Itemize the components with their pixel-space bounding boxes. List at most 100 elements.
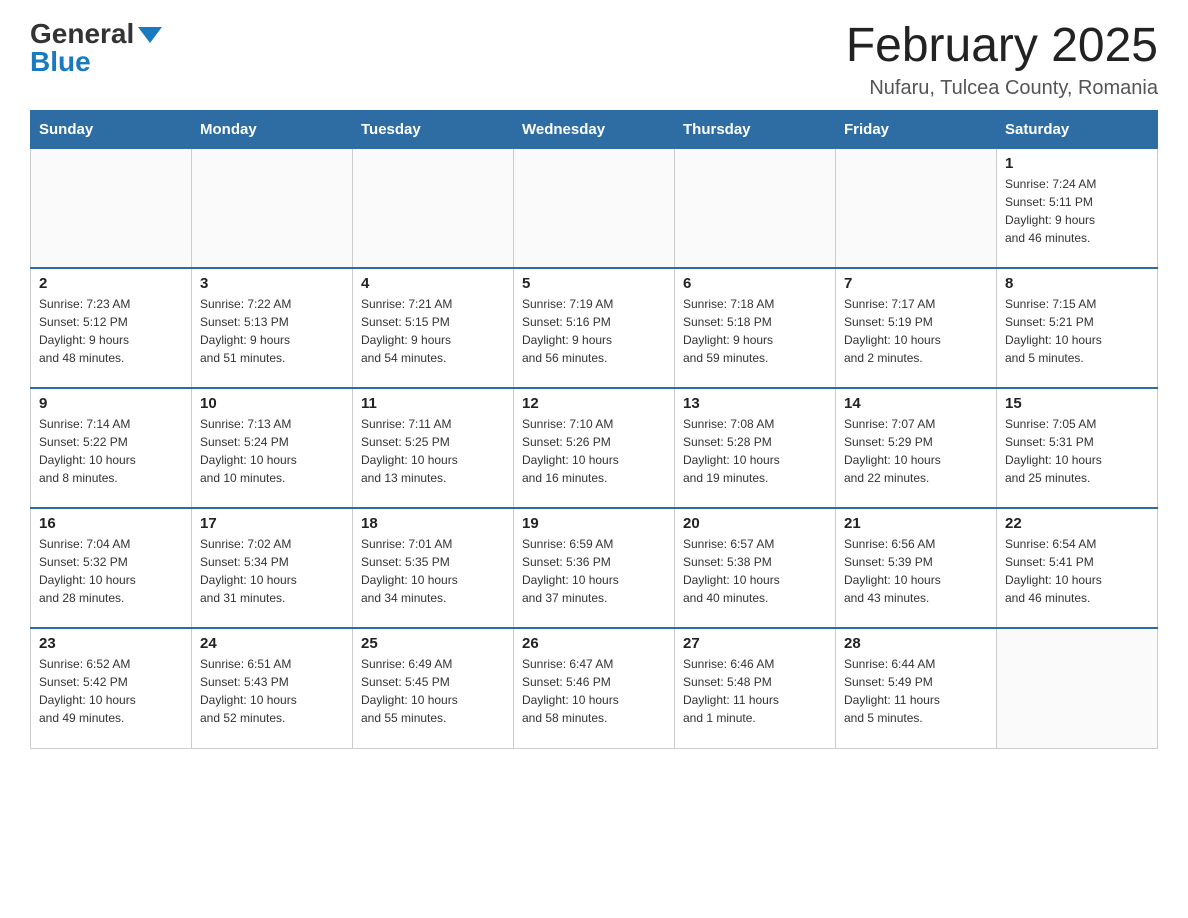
calendar-cell-w1-d2: 4 Sunrise: 7:21 AMSunset: 5:15 PMDaylight… bbox=[353, 268, 514, 388]
day-info-w3-d5: Sunrise: 6:56 AMSunset: 5:39 PMDaylight:… bbox=[844, 535, 988, 607]
calendar-cell-w0-d3 bbox=[514, 148, 675, 268]
calendar-cell-w2-d4: 13 Sunrise: 7:08 AMSunset: 5:28 PMDayligh… bbox=[675, 388, 836, 508]
calendar-cell-w3-d3: 19Sunrise: 6:59 AMSunset: 5:36 PMDayligh… bbox=[514, 508, 675, 628]
logo-line1: General bbox=[30, 20, 162, 48]
day-info-w2-d4: Sunrise: 7:08 AMSunset: 5:28 PMDaylight:… bbox=[683, 415, 827, 487]
day-number-w1-d4: 6 bbox=[683, 275, 827, 292]
header-tuesday: Tuesday bbox=[353, 110, 514, 148]
day-info-w3-d0: Sunrise: 7:04 AMSunset: 5:32 PMDaylight:… bbox=[39, 535, 183, 607]
day-info-w3-d6: Sunrise: 6:54 AMSunset: 5:41 PMDaylight:… bbox=[1005, 535, 1149, 607]
day-info-w1-d0: Sunrise: 7:23 AMSunset: 5:12 PMDaylight:… bbox=[39, 295, 183, 367]
weekday-header-row: Sunday Monday Tuesday Wednesday Thursday… bbox=[31, 110, 1158, 148]
calendar-cell-w0-d0 bbox=[31, 148, 192, 268]
calendar-cell-w4-d0: 23 Sunrise: 6:52 AMSunset: 5:42 PMDayligh… bbox=[31, 628, 192, 748]
week-row-2: 9 Sunrise: 7:14 AMSunset: 5:22 PMDaylight… bbox=[31, 388, 1158, 508]
calendar-cell-w0-d6: 1 Sunrise: 7:24 AMSunset: 5:11 PMDaylight… bbox=[997, 148, 1158, 268]
day-info-w4-d3: Sunrise: 6:47 AMSunset: 5:46 PMDaylight:… bbox=[522, 655, 666, 727]
day-number-w4-d2: 25 bbox=[361, 635, 505, 652]
header-thursday: Thursday bbox=[675, 110, 836, 148]
day-number-w2-d1: 10 bbox=[200, 395, 344, 412]
calendar-cell-w3-d5: 21 Sunrise: 6:56 AMSunset: 5:39 PMDayligh… bbox=[836, 508, 997, 628]
calendar-cell-w3-d4: 20 Sunrise: 6:57 AMSunset: 5:38 PMDayligh… bbox=[675, 508, 836, 628]
day-number-w2-d0: 9 bbox=[39, 395, 183, 412]
calendar-cell-w3-d1: 17 Sunrise: 7:02 AMSunset: 5:34 PMDayligh… bbox=[192, 508, 353, 628]
calendar-cell-w0-d5 bbox=[836, 148, 997, 268]
day-number-w2-d3: 12 bbox=[522, 395, 666, 412]
calendar-cell-w2-d1: 10 Sunrise: 7:13 AMSunset: 5:24 PMDayligh… bbox=[192, 388, 353, 508]
header-sunday: Sunday bbox=[31, 110, 192, 148]
calendar-cell-w0-d4 bbox=[675, 148, 836, 268]
day-info-w1-d2: Sunrise: 7:21 AMSunset: 5:15 PMDaylight:… bbox=[361, 295, 505, 367]
day-info-w4-d4: Sunrise: 6:46 AMSunset: 5:48 PMDaylight:… bbox=[683, 655, 827, 727]
calendar-table: Sunday Monday Tuesday Wednesday Thursday… bbox=[30, 110, 1158, 749]
calendar-cell-w4-d5: 28 Sunrise: 6:44 AMSunset: 5:49 PMDayligh… bbox=[836, 628, 997, 748]
calendar-cell-w1-d3: 5 Sunrise: 7:19 AMSunset: 5:16 PMDaylight… bbox=[514, 268, 675, 388]
location: Nufaru, Tulcea County, Romania bbox=[846, 77, 1158, 100]
day-info-w2-d2: Sunrise: 7:11 AMSunset: 5:25 PMDaylight:… bbox=[361, 415, 505, 487]
day-info-w3-d1: Sunrise: 7:02 AMSunset: 5:34 PMDaylight:… bbox=[200, 535, 344, 607]
day-info-w0-d6: Sunrise: 7:24 AMSunset: 5:11 PMDaylight:… bbox=[1005, 175, 1149, 247]
day-number-w4-d3: 26 bbox=[522, 635, 666, 652]
day-number-w3-d4: 20 bbox=[683, 515, 827, 532]
calendar-cell-w1-d5: 7Sunrise: 7:17 AMSunset: 5:19 PMDaylight… bbox=[836, 268, 997, 388]
day-info-w4-d1: Sunrise: 6:51 AMSunset: 5:43 PMDaylight:… bbox=[200, 655, 344, 727]
week-row-0: 1 Sunrise: 7:24 AMSunset: 5:11 PMDaylight… bbox=[31, 148, 1158, 268]
day-number-w4-d5: 28 bbox=[844, 635, 988, 652]
calendar-cell-w4-d2: 25Sunrise: 6:49 AMSunset: 5:45 PMDayligh… bbox=[353, 628, 514, 748]
day-number-w2-d2: 11 bbox=[361, 395, 505, 412]
day-number-w1-d2: 4 bbox=[361, 275, 505, 292]
calendar-cell-w1-d1: 3Sunrise: 7:22 AMSunset: 5:13 PMDaylight… bbox=[192, 268, 353, 388]
day-number-w4-d4: 27 bbox=[683, 635, 827, 652]
day-info-w2-d3: Sunrise: 7:10 AMSunset: 5:26 PMDaylight:… bbox=[522, 415, 666, 487]
day-number-w2-d5: 14 bbox=[844, 395, 988, 412]
day-number-w3-d3: 19 bbox=[522, 515, 666, 532]
day-info-w2-d0: Sunrise: 7:14 AMSunset: 5:22 PMDaylight:… bbox=[39, 415, 183, 487]
day-number-w2-d4: 13 bbox=[683, 395, 827, 412]
page-header: General Blue February 2025 Nufaru, Tulce… bbox=[30, 20, 1158, 100]
day-info-w1-d3: Sunrise: 7:19 AMSunset: 5:16 PMDaylight:… bbox=[522, 295, 666, 367]
calendar-cell-w0-d1 bbox=[192, 148, 353, 268]
calendar-cell-w0-d2 bbox=[353, 148, 514, 268]
day-info-w2-d5: Sunrise: 7:07 AMSunset: 5:29 PMDaylight:… bbox=[844, 415, 988, 487]
logo-general-text: General bbox=[30, 18, 134, 49]
day-info-w1-d5: Sunrise: 7:17 AMSunset: 5:19 PMDaylight:… bbox=[844, 295, 988, 367]
calendar-cell-w2-d3: 12 Sunrise: 7:10 AMSunset: 5:26 PMDayligh… bbox=[514, 388, 675, 508]
day-info-w2-d1: Sunrise: 7:13 AMSunset: 5:24 PMDaylight:… bbox=[200, 415, 344, 487]
day-number-w0-d6: 1 bbox=[1005, 155, 1149, 172]
calendar-cell-w1-d4: 6 Sunrise: 7:18 AMSunset: 5:18 PMDaylight… bbox=[675, 268, 836, 388]
day-info-w3-d2: Sunrise: 7:01 AMSunset: 5:35 PMDaylight:… bbox=[361, 535, 505, 607]
day-info-w1-d6: Sunrise: 7:15 AMSunset: 5:21 PMDaylight:… bbox=[1005, 295, 1149, 367]
day-info-w3-d4: Sunrise: 6:57 AMSunset: 5:38 PMDaylight:… bbox=[683, 535, 827, 607]
calendar-cell-w4-d3: 26 Sunrise: 6:47 AMSunset: 5:46 PMDayligh… bbox=[514, 628, 675, 748]
day-number-w3-d2: 18 bbox=[361, 515, 505, 532]
day-number-w3-d5: 21 bbox=[844, 515, 988, 532]
day-number-w4-d0: 23 bbox=[39, 635, 183, 652]
calendar-cell-w2-d6: 15Sunrise: 7:05 AMSunset: 5:31 PMDayligh… bbox=[997, 388, 1158, 508]
day-number-w1-d6: 8 bbox=[1005, 275, 1149, 292]
day-number-w3-d1: 17 bbox=[200, 515, 344, 532]
day-info-w1-d4: Sunrise: 7:18 AMSunset: 5:18 PMDaylight:… bbox=[683, 295, 827, 367]
logo-triangle-icon bbox=[138, 27, 162, 43]
header-saturday: Saturday bbox=[997, 110, 1158, 148]
day-number-w1-d1: 3 bbox=[200, 275, 344, 292]
title-block: February 2025 Nufaru, Tulcea County, Rom… bbox=[846, 20, 1158, 100]
logo-blue-text: Blue bbox=[30, 48, 91, 76]
calendar-cell-w4-d4: 27 Sunrise: 6:46 AMSunset: 5:48 PMDayligh… bbox=[675, 628, 836, 748]
day-info-w4-d0: Sunrise: 6:52 AMSunset: 5:42 PMDaylight:… bbox=[39, 655, 183, 727]
calendar-cell-w1-d0: 2Sunrise: 7:23 AMSunset: 5:12 PMDaylight… bbox=[31, 268, 192, 388]
day-number-w1-d3: 5 bbox=[522, 275, 666, 292]
calendar-cell-w3-d0: 16 Sunrise: 7:04 AMSunset: 5:32 PMDayligh… bbox=[31, 508, 192, 628]
calendar-cell-w4-d1: 24Sunrise: 6:51 AMSunset: 5:43 PMDayligh… bbox=[192, 628, 353, 748]
calendar-cell-w1-d6: 8 Sunrise: 7:15 AMSunset: 5:21 PMDaylight… bbox=[997, 268, 1158, 388]
day-info-w4-d5: Sunrise: 6:44 AMSunset: 5:49 PMDaylight:… bbox=[844, 655, 988, 727]
calendar-cell-w2-d5: 14 Sunrise: 7:07 AMSunset: 5:29 PMDayligh… bbox=[836, 388, 997, 508]
week-row-1: 2Sunrise: 7:23 AMSunset: 5:12 PMDaylight… bbox=[31, 268, 1158, 388]
day-info-w2-d6: Sunrise: 7:05 AMSunset: 5:31 PMDaylight:… bbox=[1005, 415, 1149, 487]
day-number-w3-d6: 22 bbox=[1005, 515, 1149, 532]
calendar-cell-w4-d6 bbox=[997, 628, 1158, 748]
week-row-4: 23 Sunrise: 6:52 AMSunset: 5:42 PMDayligh… bbox=[31, 628, 1158, 748]
month-title: February 2025 bbox=[846, 20, 1158, 73]
day-number-w3-d0: 16 bbox=[39, 515, 183, 532]
calendar-cell-w3-d2: 18 Sunrise: 7:01 AMSunset: 5:35 PMDayligh… bbox=[353, 508, 514, 628]
logo: General Blue bbox=[30, 20, 162, 76]
